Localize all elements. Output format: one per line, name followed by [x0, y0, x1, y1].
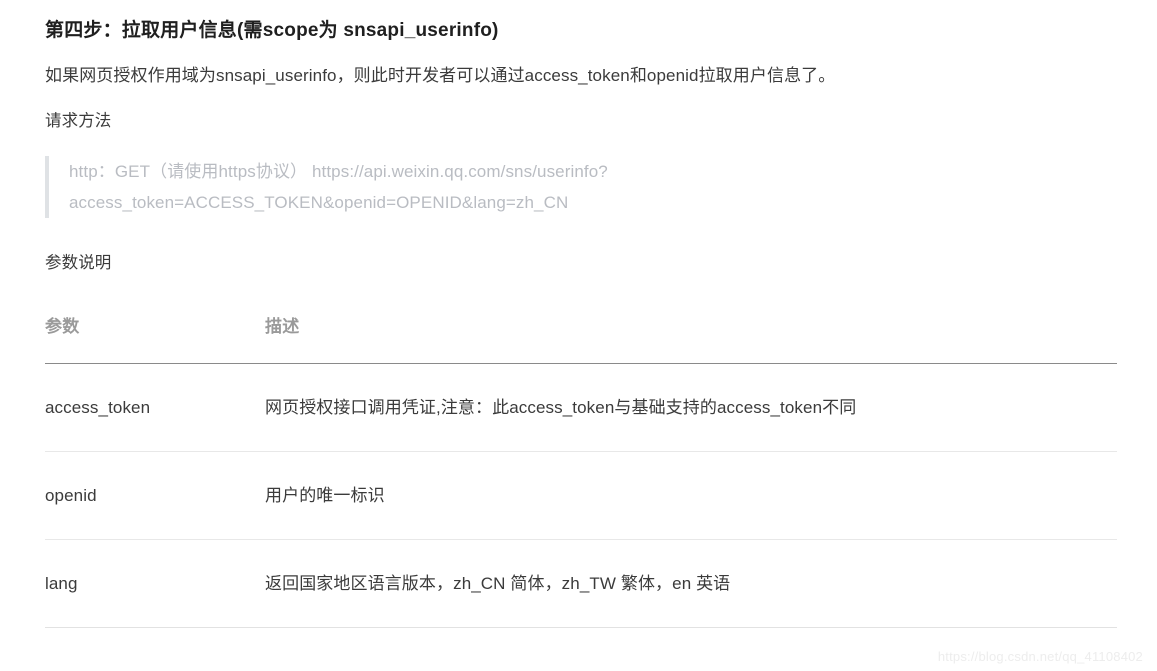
page-title: 第四步：拉取用户信息(需scope为 snsapi_userinfo)	[45, 20, 499, 41]
param-description: 用户的唯一标识	[265, 451, 1117, 540]
table-row: lang 返回国家地区语言版本，zh_CN 简体，zh_TW 繁体，en 英语	[45, 539, 1117, 628]
request-url-line-1: http：GET（请使用https协议） https://api.weixin.…	[69, 162, 608, 181]
param-name: openid	[45, 451, 265, 540]
param-description: 网页授权接口调用凭证,注意：此access_token与基础支持的access_…	[265, 363, 1117, 452]
document-page: 第四步：拉取用户信息(需scope为 snsapi_userinfo) 如果网页…	[0, 0, 1157, 671]
table-row: access_token 网页授权接口调用凭证,注意：此access_token…	[45, 363, 1117, 452]
column-header-desc: 描述	[265, 312, 1117, 364]
intro-paragraph: 如果网页授权作用域为snsapi_userinfo，则此时开发者可以通过acce…	[45, 66, 836, 85]
param-name: lang	[45, 539, 265, 628]
request-url-line-2: access_token=ACCESS_TOKEN&openid=OPENID&…	[69, 193, 569, 212]
param-description: 返回国家地区语言版本，zh_CN 简体，zh_TW 繁体，en 英语	[265, 539, 1117, 628]
request-method-label: 请求方法	[45, 112, 112, 130]
params-label: 参数说明	[45, 254, 112, 272]
table-header-row: 参数 描述	[45, 312, 1117, 364]
watermark: https://blog.csdn.net/qq_41108402	[937, 649, 1143, 664]
parameters-table: 参数 描述 access_token 网页授权接口调用凭证,注意：此access…	[45, 312, 1117, 628]
param-name: access_token	[45, 363, 265, 452]
column-header-param: 参数	[45, 312, 265, 364]
request-url-blockquote: http：GET（请使用https协议） https://api.weixin.…	[45, 156, 1029, 218]
table-row: openid 用户的唯一标识	[45, 451, 1117, 540]
